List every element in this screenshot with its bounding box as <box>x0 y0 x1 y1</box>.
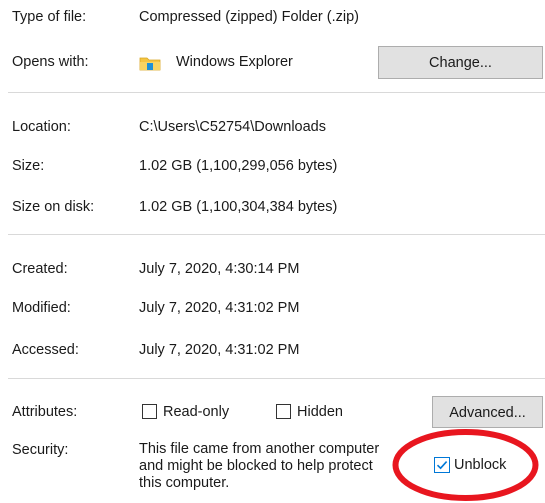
security-message-line: This file came from another computer <box>139 441 380 457</box>
location-row: Location: C:\Users\C52754\Downloads <box>0 116 545 138</box>
type-of-file-value: Compressed (zipped) Folder (.zip) <box>139 9 359 25</box>
hidden-label[interactable]: Hidden <box>297 401 343 423</box>
location-value: C:\Users\C52754\Downloads <box>139 119 326 135</box>
location-label: Location: <box>12 119 71 135</box>
modified-row: Modified: July 7, 2020, 4:31:02 PM <box>0 297 545 319</box>
hidden-checkbox[interactable] <box>276 404 291 419</box>
created-label: Created: <box>12 261 68 277</box>
type-of-file-label: Type of file: <box>12 9 87 25</box>
advanced-button[interactable]: Advanced... <box>432 396 543 428</box>
read-only-checkbox[interactable] <box>142 404 157 419</box>
opens-with-label: Opens with: <box>12 54 89 70</box>
created-value: July 7, 2020, 4:30:14 PM <box>139 261 300 277</box>
security-label: Security: <box>12 442 69 458</box>
size-row: Size: 1.02 GB (1,100,299,056 bytes) <box>0 155 545 177</box>
size-on-disk-label: Size on disk: <box>12 199 95 215</box>
divider <box>8 378 545 379</box>
created-row: Created: July 7, 2020, 4:30:14 PM <box>0 258 545 280</box>
unblock-checkbox[interactable] <box>434 457 450 473</box>
security-message-line: this computer. <box>139 475 230 491</box>
attributes-label: Attributes: <box>12 404 78 420</box>
accessed-row: Accessed: July 7, 2020, 4:31:02 PM <box>0 339 545 361</box>
checkmark-icon <box>436 461 448 470</box>
accessed-label: Accessed: <box>12 342 79 358</box>
type-of-file-row: Type of file: Compressed (zipped) Folder… <box>0 6 545 28</box>
modified-value: July 7, 2020, 4:31:02 PM <box>139 300 300 316</box>
folder-icon <box>139 55 161 71</box>
size-on-disk-row: Size on disk: 1.02 GB (1,100,304,384 byt… <box>0 196 545 218</box>
size-value: 1.02 GB (1,100,299,056 bytes) <box>139 158 338 174</box>
unblock-label[interactable]: Unblock <box>454 454 506 476</box>
size-on-disk-value: 1.02 GB (1,100,304,384 bytes) <box>139 199 338 215</box>
read-only-label[interactable]: Read-only <box>163 401 229 423</box>
divider <box>8 234 545 235</box>
security-message-line: and might be blocked to help protect <box>139 458 373 474</box>
opens-with-value: Windows Explorer <box>176 54 293 70</box>
modified-label: Modified: <box>12 300 71 316</box>
security-message: This file came from another computer and… <box>139 441 404 492</box>
change-button[interactable]: Change... <box>378 46 543 79</box>
size-label: Size: <box>12 158 45 174</box>
accessed-value: July 7, 2020, 4:31:02 PM <box>139 342 300 358</box>
divider <box>8 92 545 93</box>
